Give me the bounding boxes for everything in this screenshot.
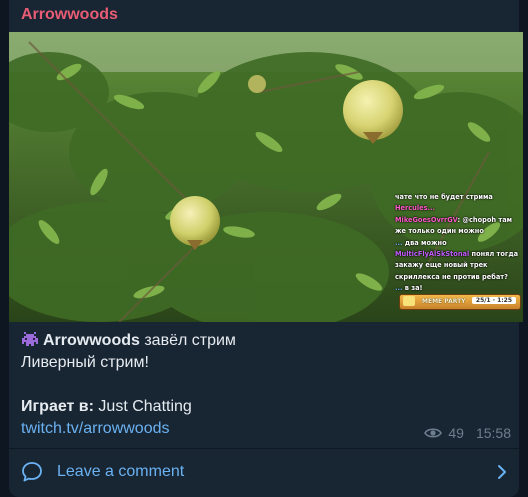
- views-eye-icon: [424, 428, 443, 438]
- stream-action: завёл стрим: [144, 332, 236, 349]
- comment-divider: [9, 448, 519, 449]
- comment-bubble-icon: [22, 462, 42, 482]
- chat-line: чате что не будет стрима: [395, 193, 493, 201]
- leave-comment-label: Leave a comment: [57, 463, 185, 480]
- streamer-name: Arrowwoods: [43, 332, 140, 349]
- chat-line: MulticFlyAlSkStonal понял тогда закажу е…: [395, 250, 519, 281]
- message-meta: 49 15:58: [424, 425, 511, 441]
- chat-line: Hercules...: [395, 204, 436, 213]
- chat-line: ... два можно: [395, 238, 447, 247]
- meme-party-counter: 25/1 · 1:25: [471, 297, 516, 304]
- meme-party-bar: MEME PARTY 25/1 · 1:25: [399, 294, 521, 310]
- message-bubble: Arrowwoods чате что не будет стрима Herc…: [9, 0, 523, 497]
- chat-line: ... в за!: [395, 284, 423, 293]
- twitch-link[interactable]: twitch.tv/arrowwoods: [21, 418, 236, 440]
- stream-title: Ливерный стрим!: [21, 354, 149, 371]
- chat-line: MikeGoesOvrrGV: @chopoh там же только од…: [395, 215, 513, 236]
- leave-comment-button[interactable]: Leave a comment: [21, 458, 507, 486]
- views-count: 49: [448, 425, 464, 441]
- meme-party-label: MEME PARTY: [422, 298, 466, 305]
- meme-party-icon: [403, 296, 415, 306]
- stream-announcement: Arrowwoods завёл стрим: [21, 330, 236, 352]
- game-name: Just Chatting: [98, 398, 192, 415]
- playing-line: Играет в: Just Chatting: [21, 396, 236, 418]
- post-text: Arrowwoods завёл стрим Ливерный стрим! И…: [21, 330, 236, 440]
- channel-name[interactable]: Arrowwoods: [21, 6, 118, 24]
- chevron-right-icon: [498, 465, 506, 479]
- space-invader-icon: [22, 332, 38, 346]
- stream-preview-image[interactable]: чате что не будет стрима Hercules... Mik…: [9, 32, 523, 322]
- message-time: 15:58: [475, 425, 511, 441]
- playing-label: Играет в:: [21, 398, 94, 415]
- stream-chat-overlay: чате что не будет стрима Hercules... Mik…: [395, 192, 519, 295]
